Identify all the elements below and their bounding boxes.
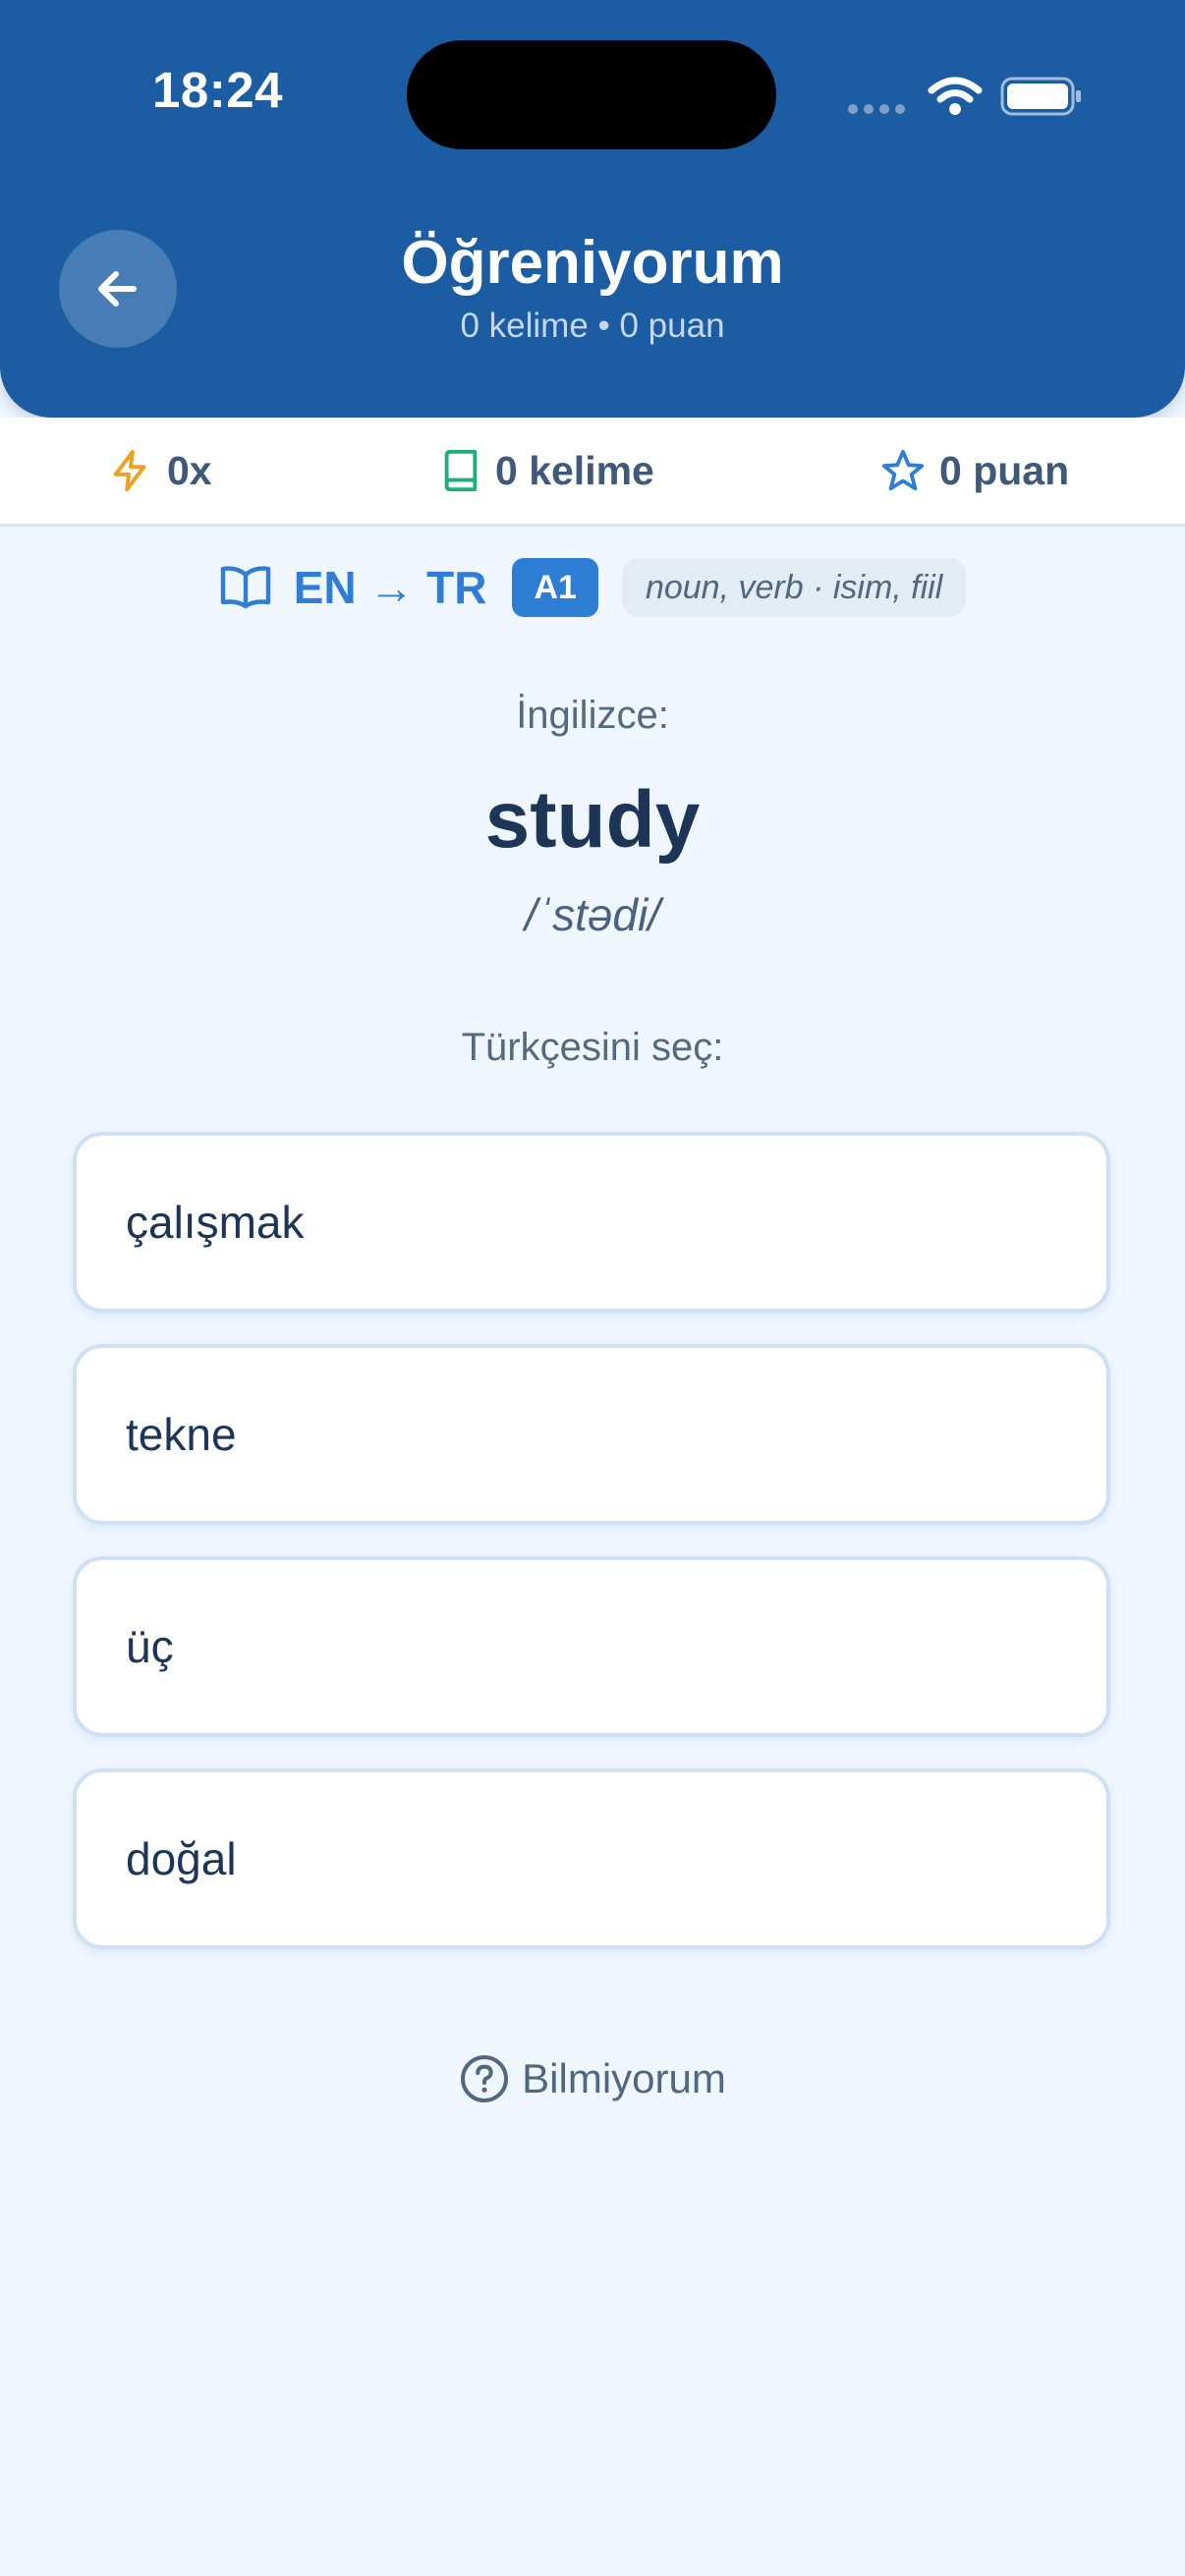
part-of-speech-tag: noun, verb · isim, fiil (621, 558, 967, 617)
streak-stat: 0x (108, 418, 212, 524)
cellular-signal-icon (848, 104, 905, 114)
streak-value: 0x (167, 447, 212, 493)
answer-option[interactable]: tekne (73, 1344, 1110, 1525)
answer-option[interactable]: doğal (73, 1768, 1110, 1949)
lightning-icon (113, 449, 146, 492)
battery-icon (1000, 77, 1081, 116)
source-language-label: İngilizce: (516, 694, 669, 737)
wifi-icon (928, 77, 983, 115)
answer-option-label: tekne (126, 1409, 237, 1460)
language-pair: EN → TR (219, 561, 487, 614)
dont-know-label: Bilmiyorum (522, 2055, 726, 2101)
answer-option-label: çalışmak (126, 1197, 305, 1248)
stats-bar: 0x 0 kelime 0 puan (0, 418, 1185, 527)
answer-option-label: doğal (126, 1833, 237, 1884)
words-stat: 0 kelime (438, 418, 654, 524)
open-book-icon (220, 566, 270, 609)
answer-option[interactable]: çalışmak (73, 1132, 1110, 1313)
level-badge: A1 (512, 558, 598, 617)
points-value: 0 puan (939, 447, 1070, 493)
header: 18:24 Öğreniyorum 0 kelime • 0 puan (0, 0, 1185, 418)
answer-prompt: Türkçesini seç: (461, 1026, 724, 1069)
page-title: Öğreniyorum (401, 229, 784, 297)
question-circle-icon (461, 2055, 509, 2102)
book-icon (444, 449, 478, 492)
star-icon (881, 449, 925, 491)
page-subtitle: 0 kelime • 0 puan (460, 307, 725, 345)
answer-option[interactable]: üç (73, 1556, 1110, 1737)
status-icons (847, 73, 1083, 120)
dont-know-button[interactable]: Bilmiyorum (0, 2049, 1185, 2108)
quiz-meta-row: EN → TR A1 noun, verb · isim, fiil (0, 556, 1185, 619)
language-pair-label: EN → TR (293, 562, 487, 613)
dynamic-island (407, 40, 776, 149)
status-time: 18:24 (152, 62, 283, 118)
points-stat: 0 puan (880, 418, 1069, 524)
pronunciation: /ˈstədi/ (524, 889, 661, 940)
answer-option-label: üç (126, 1621, 174, 1672)
words-value: 0 kelime (495, 447, 654, 493)
quiz-word: study (484, 775, 701, 865)
